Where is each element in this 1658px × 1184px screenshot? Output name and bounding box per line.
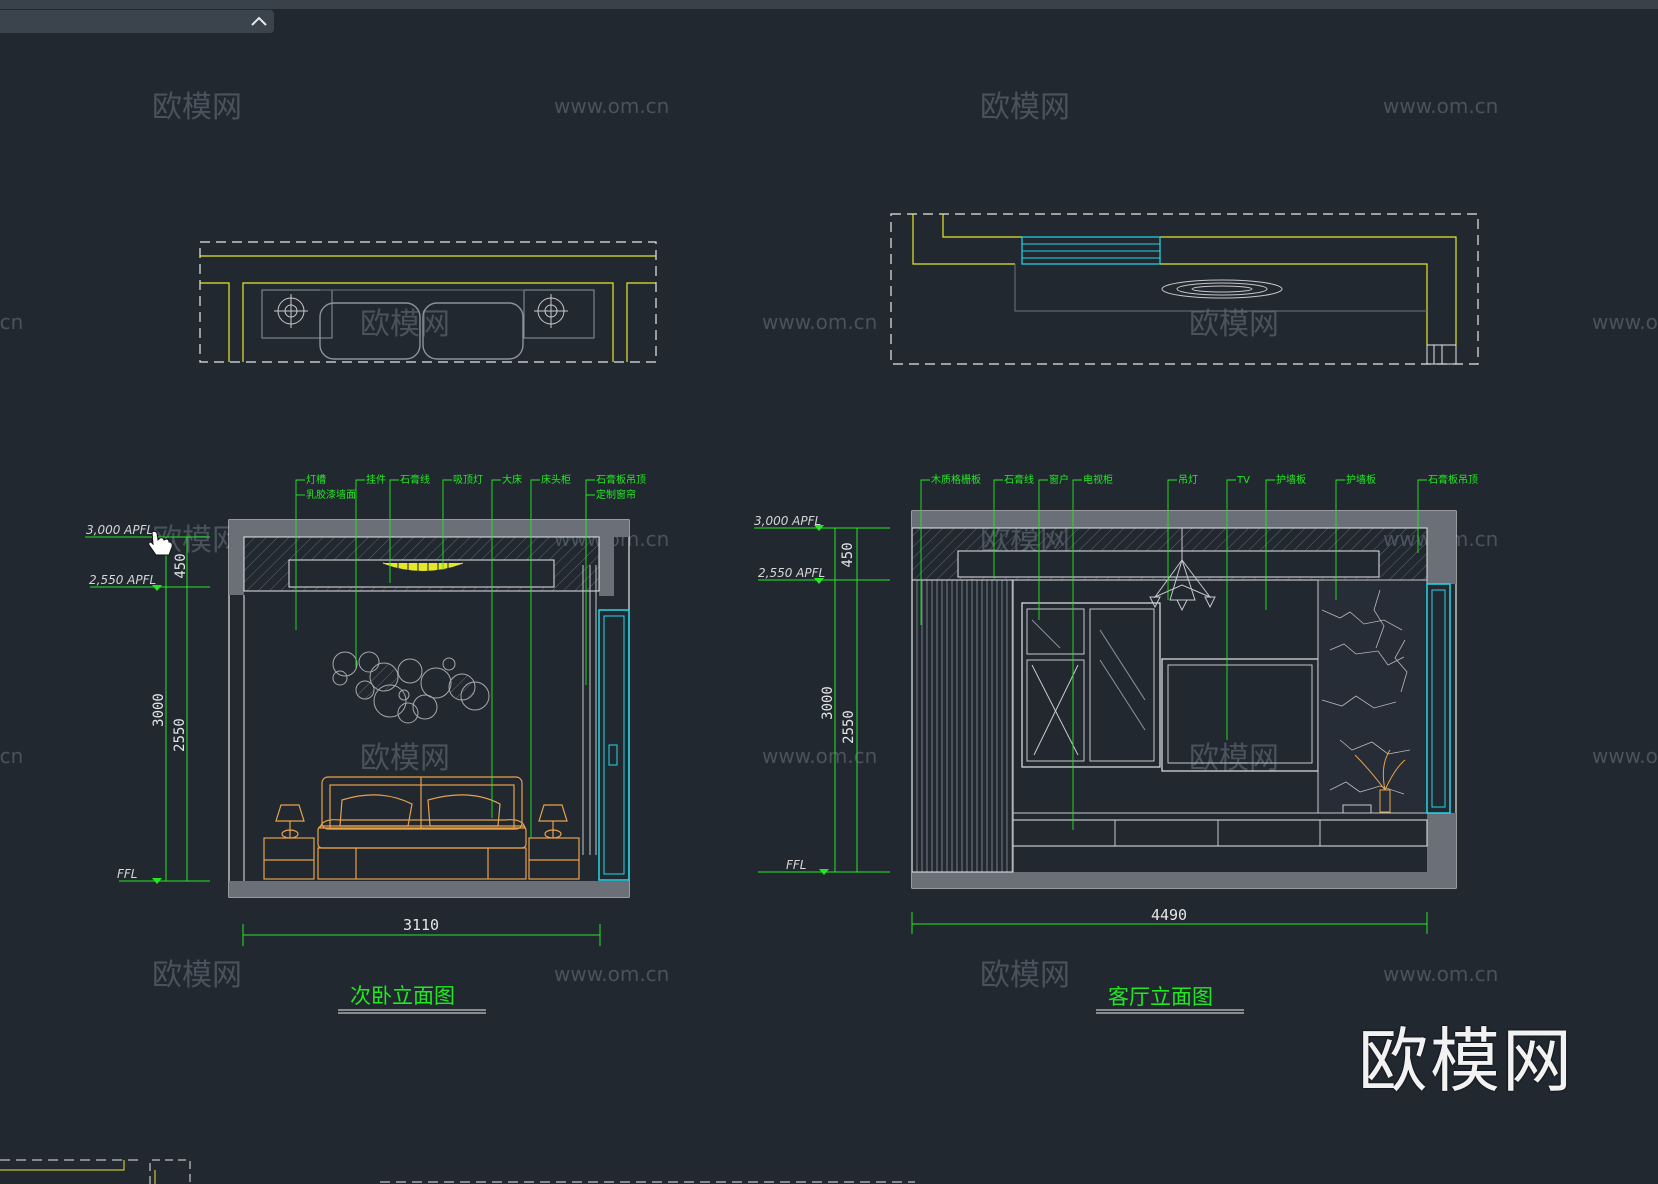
watermark-cn: 欧模网 <box>360 307 450 342</box>
living-callout-7: 护墙板 <box>1276 473 1306 486</box>
watermark-url: www.om.cn <box>1383 962 1498 986</box>
living-callout-8: 护墙板 <box>1346 473 1376 486</box>
living-callout-1: 木质格栅板 <box>931 473 981 486</box>
living-title: 客厅立面图 <box>1108 985 1213 1009</box>
watermark-cn: 欧模网 <box>152 90 242 125</box>
watermark-url: www.om.cn <box>1383 94 1498 118</box>
bedroom-level-top: 3,000 APFL <box>86 523 153 537</box>
bedroom-callout-6: 床头柜 <box>541 473 571 486</box>
watermark-url: www.om.cn <box>1592 744 1658 768</box>
watermark-url: www.om.cn <box>762 310 877 334</box>
bedroom-callout-9: 定制窗帘 <box>596 488 636 501</box>
bedroom-level-ceiling: 2,550 APFL <box>89 573 156 587</box>
partial-drawing-fragment <box>0 1159 915 1184</box>
bedroom-width-dim: 3110 <box>403 916 439 934</box>
living-callout-5: 吊灯 <box>1178 474 1198 486</box>
living-elevation: 3,000 APFL 2,550 APFL FFL 450 3000 2550 … <box>754 473 1478 1014</box>
bedroom-dim-top: 450 <box>173 553 189 578</box>
living-width-dim: 4490 <box>1151 906 1187 924</box>
bedroom-ceiling-plan <box>199 241 657 363</box>
living-level-ceiling: 2,550 APFL <box>758 566 825 580</box>
watermark-cn: 欧模网 <box>980 958 1070 993</box>
watermark-url: www.om.cn <box>762 744 877 768</box>
bedroom-title: 次卧立面图 <box>350 984 455 1008</box>
bedroom-callout-8: 乳胶漆墙面 <box>306 488 356 501</box>
bedroom-dim-wall: 2550 <box>172 718 188 752</box>
watermark-url: www.om.cn <box>0 744 23 768</box>
bedroom-callout-2: 挂件 <box>366 473 386 486</box>
watermark-url: www.om.cn <box>0 310 23 334</box>
brand-watermark: 欧模网 <box>1358 1020 1574 1102</box>
living-callout-6: TV <box>1236 475 1250 486</box>
living-dim-wall: 2550 <box>841 710 857 744</box>
watermark-url: www.om.cn <box>1592 310 1658 334</box>
bedroom-callout-7: 石膏板吊顶 <box>596 473 646 486</box>
bedroom-level-floor: FFL <box>117 867 138 881</box>
bedroom-callout-4: 吸顶灯 <box>453 474 483 486</box>
living-ceiling-plan <box>890 213 1479 365</box>
watermark-cn: 欧模网 <box>360 741 450 776</box>
watermark-cn: 欧模网 <box>152 958 242 993</box>
living-callout-3: 窗户 <box>1049 473 1069 486</box>
living-level-top: 3,000 APFL <box>754 514 821 528</box>
bedroom-callout-1: 灯槽 <box>306 473 326 486</box>
living-callout-9: 石膏板吊顶 <box>1428 473 1478 486</box>
watermark-cn: 欧模网 <box>1189 307 1279 342</box>
watermark-url: www.om.cn <box>554 962 669 986</box>
bedroom-callout-5: 大床 <box>502 473 522 486</box>
living-dim-total: 3000 <box>820 686 836 720</box>
living-callout-4: 电视柜 <box>1083 473 1113 486</box>
watermark-url: www.om.cn <box>554 94 669 118</box>
watermark-cn: 欧模网 <box>980 90 1070 125</box>
living-level-floor: FFL <box>786 858 807 872</box>
living-callout-2: 石膏线 <box>1004 473 1034 486</box>
bedroom-callout-3: 石膏线 <box>400 473 430 486</box>
bedroom-dim-total: 3000 <box>151 693 167 727</box>
living-dim-top: 450 <box>840 542 856 567</box>
